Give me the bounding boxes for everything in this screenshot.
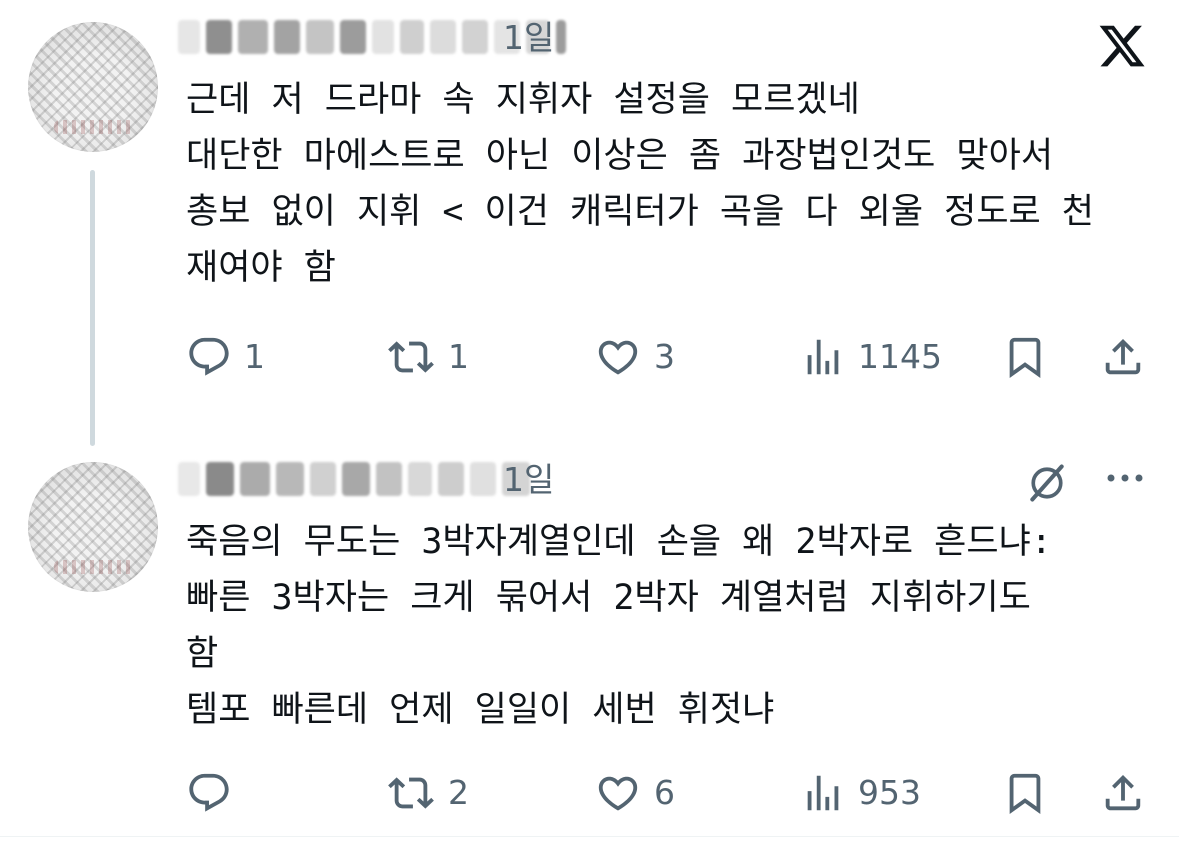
like-button[interactable]: 3: [594, 332, 675, 382]
tweet-time[interactable]: 1일: [503, 458, 554, 502]
avatar[interactable]: [28, 462, 158, 592]
divider: [0, 836, 1179, 837]
views-button[interactable]: 1145: [800, 332, 942, 382]
bookmark-icon: [1009, 773, 1041, 814]
repost-count: 1: [448, 337, 469, 376]
views-button[interactable]: 953: [800, 768, 921, 818]
heart-icon: [598, 340, 638, 375]
share-icon: [1105, 774, 1141, 811]
more-icon: [1107, 474, 1143, 482]
views-icon: [807, 775, 839, 811]
repost-button[interactable]: 2: [386, 768, 469, 818]
tweet-text: 근데 저 드라마 속 지휘자 설정을 모르겠네 대단한 마에스트로 아닌 이상은…: [186, 80, 1094, 288]
like-button[interactable]: 6: [594, 768, 675, 818]
repost-count: 2: [448, 773, 469, 812]
reply-button[interactable]: 1: [186, 332, 265, 382]
heart-icon: [598, 776, 638, 811]
repost-icon: [388, 777, 434, 809]
repost-button[interactable]: 1: [386, 332, 469, 382]
grok-icon: [1030, 464, 1064, 502]
like-count: 3: [654, 337, 675, 376]
tweet-time[interactable]: 1일: [503, 16, 554, 60]
repost-icon: [388, 341, 434, 373]
views-count: 1145: [858, 337, 942, 376]
bookmark-icon: [1009, 337, 1041, 378]
reply-count: 1: [244, 337, 265, 376]
reply-icon: [189, 773, 229, 812]
bookmark-button[interactable]: [1000, 332, 1050, 382]
thread-connector-line: [90, 170, 95, 446]
user-name-blurred[interactable]: [178, 457, 530, 501]
share-button[interactable]: [1098, 768, 1148, 818]
more-button[interactable]: [1100, 458, 1150, 498]
grok-button[interactable]: [1022, 458, 1072, 508]
bookmark-button[interactable]: [1000, 768, 1050, 818]
share-button[interactable]: [1098, 332, 1148, 382]
views-icon: [807, 339, 839, 375]
avatar[interactable]: [28, 22, 158, 152]
reply-icon: [189, 337, 229, 376]
views-count: 953: [858, 773, 921, 812]
like-count: 6: [654, 773, 675, 812]
x-logo-icon[interactable]: [1094, 18, 1150, 74]
share-icon: [1105, 338, 1141, 375]
reply-button[interactable]: [186, 768, 244, 818]
tweet-text: 죽음의 무도는 3박자계열인데 손을 왜 2박자로 흔드냐: 빠른 3박자는 크…: [186, 522, 1052, 730]
